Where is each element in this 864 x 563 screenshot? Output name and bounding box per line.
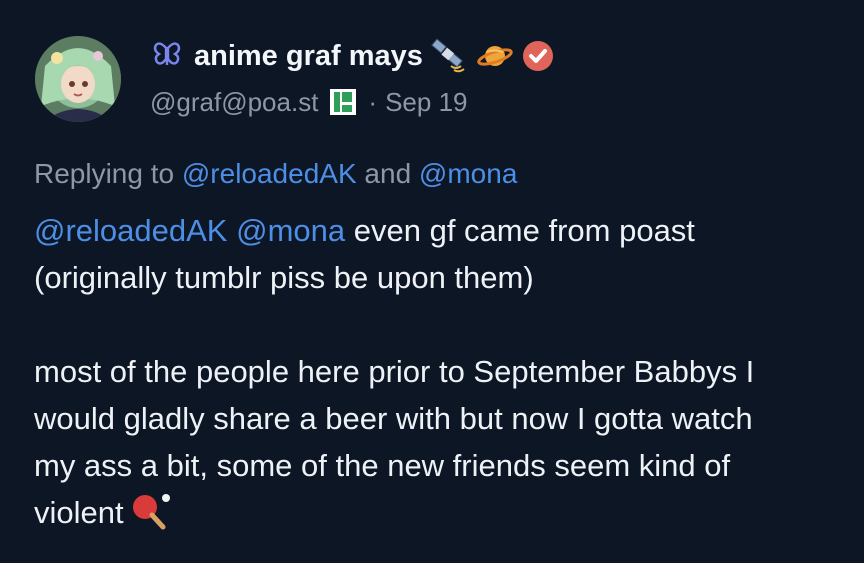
user-handle[interactable]: @graf@poa.st (150, 87, 318, 118)
pleroma-icon (328, 87, 358, 117)
ping-pong-icon (130, 491, 172, 531)
body-mention-mona[interactable]: @mona (236, 213, 345, 248)
content-text: violent (34, 495, 124, 530)
butterfly-icon (150, 39, 184, 73)
avatar-anime-girl (35, 36, 121, 122)
content-line: my ass a bit, some of the new friends se… (34, 448, 731, 483)
reply-prefix: Replying to (34, 158, 175, 189)
avatar[interactable] (35, 36, 121, 122)
content-line: would gladly share a beer with but now I… (34, 401, 753, 436)
reply-conjunction: and (364, 158, 412, 189)
content-line: (originally tumblr piss be upon them) (34, 260, 534, 295)
content-line: @reloadedAK @mona even gf came from poas… (34, 207, 834, 254)
content-line: violent (34, 489, 834, 536)
post-card: anime graf mays @graf@poa.st · Sep 19 Re… (0, 0, 864, 563)
reply-mention-mona[interactable]: @mona (419, 158, 517, 189)
post-content: @reloadedAK @mona even gf came from poas… (34, 207, 834, 536)
reply-mention-reloadedak[interactable]: @reloadedAK (182, 158, 357, 189)
content-text: even gf came from poast (353, 213, 695, 248)
body-mention-reloadedak[interactable]: @reloadedAK (34, 213, 227, 248)
handle-line: @graf@poa.st · Sep 19 (150, 84, 468, 120)
check-badge-icon (521, 39, 555, 73)
post-timestamp[interactable]: Sep 19 (385, 87, 467, 118)
ringed-planet-icon (475, 36, 515, 76)
satellite-icon (429, 36, 469, 76)
reply-context: Replying to @reloadedAK and @mona (34, 158, 517, 190)
author-line: anime graf mays (150, 36, 555, 76)
content-line: most of the people here prior to Septemb… (34, 354, 755, 389)
separator-dot: · (368, 86, 378, 117)
display-name[interactable]: anime graf mays (194, 40, 423, 73)
